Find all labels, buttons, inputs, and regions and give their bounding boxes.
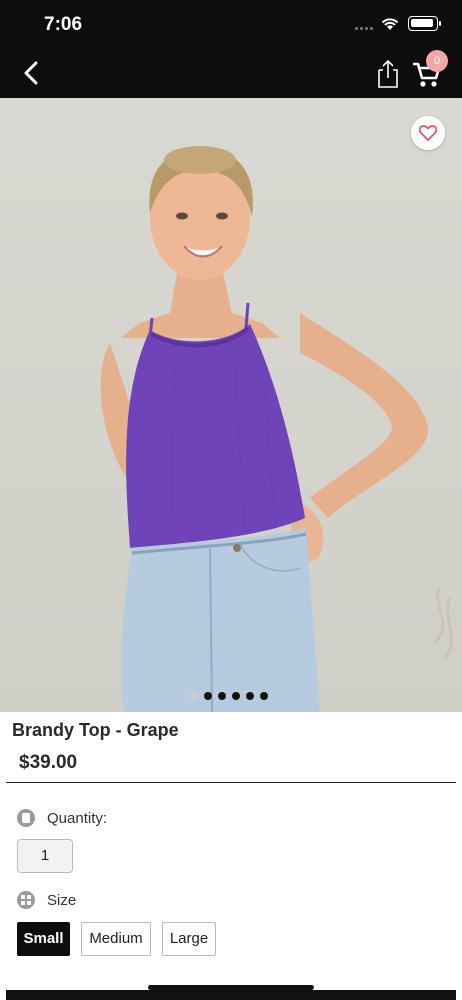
carousel-dot[interactable]	[246, 692, 254, 700]
image-carousel-dots	[190, 692, 268, 700]
battery-icon	[408, 16, 441, 31]
product-image[interactable]	[0, 98, 462, 712]
favorite-button[interactable]	[411, 116, 445, 150]
product-price: $39.00	[19, 752, 78, 773]
carousel-dot[interactable]	[260, 692, 268, 700]
size-icon	[17, 891, 35, 909]
quantity-field[interactable]: 1	[17, 839, 73, 873]
divider	[6, 782, 456, 783]
quantity-label: Quantity:	[47, 810, 108, 827]
heart-icon	[419, 125, 437, 141]
back-button[interactable]	[16, 58, 46, 88]
size-label: Size	[47, 892, 77, 909]
product-title: Brandy Top - Grape	[12, 720, 179, 740]
bottom-bar	[6, 990, 456, 1000]
carousel-dot[interactable]	[232, 692, 240, 700]
share-icon[interactable]	[374, 58, 402, 90]
quantity-icon	[17, 809, 35, 827]
carousel-dot[interactable]	[190, 692, 198, 700]
status-time: 7:06	[44, 14, 83, 35]
size-option-large[interactable]: Large	[162, 922, 216, 956]
carousel-dot[interactable]	[218, 692, 226, 700]
size-option-medium[interactable]: Medium	[81, 922, 151, 956]
wifi-icon	[381, 18, 399, 30]
home-indicator	[148, 985, 314, 990]
carousel-dot[interactable]	[204, 692, 212, 700]
cart-count-badge: 0	[426, 50, 448, 72]
top-bar: 7:06 0	[0, 0, 462, 98]
size-option-small[interactable]: Small	[17, 922, 70, 956]
signal-icon	[355, 27, 373, 30]
product-photo	[100, 146, 454, 712]
